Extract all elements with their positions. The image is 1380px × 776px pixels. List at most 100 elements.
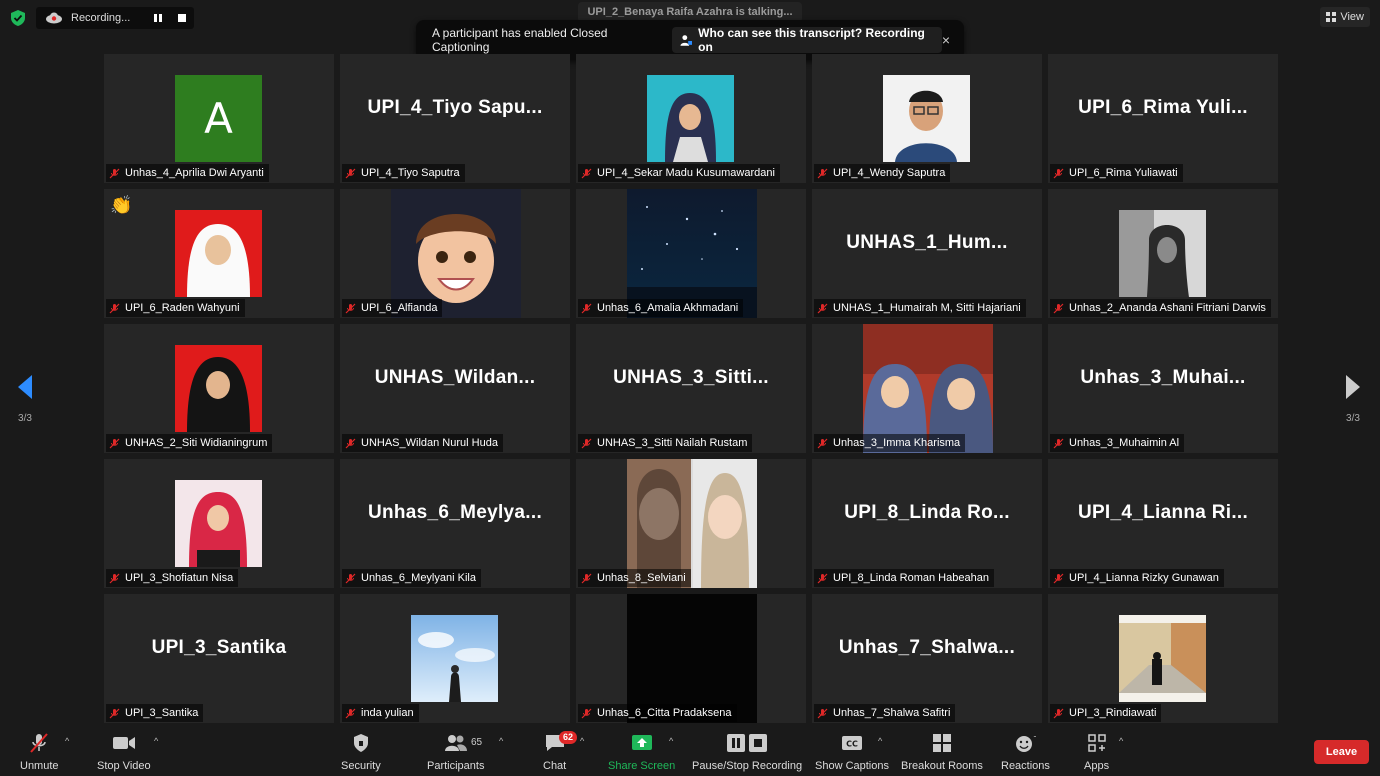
stop-video-button[interactable]: Stop Video xyxy=(97,732,151,772)
next-page-button[interactable]: 3/3 xyxy=(1342,374,1364,424)
cc-message: A participant has enabled Closed Caption… xyxy=(432,26,608,54)
share-screen-button[interactable]: Share Screen xyxy=(608,732,675,772)
mic-muted-icon xyxy=(817,438,828,448)
mic-muted-icon xyxy=(345,573,356,583)
participant-tile[interactable]: UNHAS_Wildan... UNHAS_Wildan Nurul Huda xyxy=(340,324,570,453)
participant-name-label: UPI_8_Linda Roman Habeahan xyxy=(814,569,994,587)
participant-name: UNHAS_3_Sitti Nailah Rustam xyxy=(597,437,748,449)
participant-tile[interactable]: UPI_3_Shofiatun Nisa xyxy=(104,459,334,588)
participant-tile[interactable]: UPI_3_Rindiawati xyxy=(1048,594,1278,723)
previous-page-button[interactable]: 3/3 xyxy=(14,374,36,424)
unmute-button[interactable]: Unmute xyxy=(20,732,59,772)
stop-video-label: Stop Video xyxy=(97,760,151,772)
mic-muted-icon xyxy=(581,573,592,583)
pause-recording-icon[interactable] xyxy=(151,11,165,25)
participants-options-caret[interactable]: ^ xyxy=(499,736,503,746)
participant-tile[interactable]: UPI_8_Linda Ro... UPI_8_Linda Roman Habea… xyxy=(812,459,1042,588)
mic-muted-icon xyxy=(30,733,49,753)
participant-tile[interactable]: Unhas_3_Imma Kharisma xyxy=(812,324,1042,453)
shield-icon[interactable] xyxy=(9,9,27,27)
participant-tile[interactable]: UPI_4_Tiyo Sapu... UPI_4_Tiyo Saputra xyxy=(340,54,570,183)
participant-name-large: UNHAS_Wildan... xyxy=(374,366,536,388)
mic-muted-icon xyxy=(581,438,592,448)
participant-name-label: UPI_4_Wendy Saputra xyxy=(814,164,951,182)
leave-button[interactable]: Leave xyxy=(1314,740,1369,764)
recording-indicator[interactable]: Recording... xyxy=(36,7,194,29)
cloud-recording-icon xyxy=(46,12,62,24)
person-lock-icon xyxy=(680,34,692,46)
participant-tile[interactable]: Unhas_2_Ananda Ashani Fitriani Darwis xyxy=(1048,189,1278,318)
cc-icon: CC xyxy=(842,736,862,750)
chat-options-caret[interactable]: ^ xyxy=(580,736,584,746)
participant-name: Unhas_7_Shalwa Safitri xyxy=(833,707,951,719)
participant-name-large: UNHAS_3_Sitti... xyxy=(613,366,769,388)
participant-tile[interactable]: UNHAS_3_Sitti... UNHAS_3_Sitti Nailah Rus… xyxy=(576,324,806,453)
participant-tile[interactable]: Unhas_6_Meylya... Unhas_6_Meylyani Kila xyxy=(340,459,570,588)
participant-name: Unhas_6_Amalia Akhmadani xyxy=(597,302,739,314)
participant-tile[interactable]: Unhas_6_Citta Pradaksena xyxy=(576,594,806,723)
participant-tile[interactable]: UPI_4_Lianna Ri... UPI_4_Lianna Rizky Gun… xyxy=(1048,459,1278,588)
participant-tile[interactable]: inda yulian xyxy=(340,594,570,723)
mic-muted-icon xyxy=(581,303,592,313)
participant-name: Unhas_3_Muhaimin Al xyxy=(1069,437,1180,449)
participant-video xyxy=(1119,615,1206,702)
participant-tile[interactable]: UNHAS_2_Siti Widianingrum xyxy=(104,324,334,453)
participant-tile[interactable]: Unhas_6_Amalia Akhmadani xyxy=(576,189,806,318)
participant-tile[interactable]: UPI_4_Sekar Madu Kusumawardani xyxy=(576,54,806,183)
participant-tile[interactable]: UPI_6_Rima Yuli... UPI_6_Rima Yuliawati xyxy=(1048,54,1278,183)
reactions-button[interactable]: + Reactions xyxy=(1001,732,1050,772)
participant-name: UPI_4_Lianna Rizky Gunawan xyxy=(1069,572,1219,584)
participant-tile[interactable]: UPI_6_Alfianda xyxy=(340,189,570,318)
participant-name-label: inda yulian xyxy=(342,704,419,722)
participant-tile[interactable]: UPI_3_Santika UPI_3_Santika xyxy=(104,594,334,723)
participant-name: UPI_6_Alfianda xyxy=(361,302,438,314)
share-options-caret[interactable]: ^ xyxy=(669,736,673,746)
stop-recording-icon[interactable] xyxy=(175,11,189,25)
participant-name-label: Unhas_6_Amalia Akhmadani xyxy=(578,299,744,317)
participant-name: Unhas_2_Ananda Ashani Fitriani Darwis xyxy=(1069,302,1266,314)
participant-tile[interactable]: Unhas_3_Muhai... Unhas_3_Muhaimin Al xyxy=(1048,324,1278,453)
chat-label: Chat xyxy=(543,760,567,772)
participant-name: inda yulian xyxy=(361,707,414,719)
smiley-plus-icon: + xyxy=(1016,733,1036,752)
video-options-caret[interactable]: ^ xyxy=(154,736,158,746)
participant-name-label: UPI_4_Lianna Rizky Gunawan xyxy=(1050,569,1224,587)
participant-name-label: UNHAS_2_Siti Widianingrum xyxy=(106,434,273,452)
participant-tile[interactable]: UPI_4_Wendy Saputra xyxy=(812,54,1042,183)
recording-label: Recording... xyxy=(71,12,131,24)
participant-tile[interactable]: UNHAS_1_Hum... UNHAS_1_Humairah M, Sitti … xyxy=(812,189,1042,318)
page-indicator-left: 3/3 xyxy=(18,413,32,424)
participant-name: UPI_4_Sekar Madu Kusumawardani xyxy=(597,167,775,179)
view-button[interactable]: View xyxy=(1320,7,1370,27)
close-icon[interactable]: × xyxy=(942,32,950,48)
participant-name-label: UPI_3_Rindiawati xyxy=(1050,704,1162,722)
participant-name-label: UPI_3_Santika xyxy=(106,704,204,722)
breakout-rooms-button[interactable]: Breakout Rooms xyxy=(901,732,983,772)
security-button[interactable]: Security xyxy=(341,732,381,772)
participant-name-large: Unhas_3_Muhai... xyxy=(1080,366,1246,388)
mic-muted-icon xyxy=(817,708,828,718)
participant-name-label: Unhas_8_Selviani xyxy=(578,569,691,587)
participant-name-label: UNHAS_Wildan Nurul Huda xyxy=(342,434,503,452)
audio-options-caret[interactable]: ^ xyxy=(65,736,69,746)
pause-stop-icon xyxy=(727,734,768,752)
transcript-visibility-link[interactable]: Who can see this transcript? Recording o… xyxy=(671,26,942,54)
participant-tile[interactable]: 👏 UPI_6_Raden Wahyuni xyxy=(104,189,334,318)
breakout-rooms-icon xyxy=(932,734,951,752)
pause-stop-recording-button[interactable]: Pause/Stop Recording xyxy=(692,732,802,772)
captions-options-caret[interactable]: ^ xyxy=(878,736,882,746)
participant-tile[interactable]: Unhas_8_Selviani xyxy=(576,459,806,588)
participant-tile[interactable]: Unhas_7_Shalwa... Unhas_7_Shalwa Safitri xyxy=(812,594,1042,723)
participant-name-label: Unhas_3_Imma Kharisma xyxy=(814,434,966,452)
participant-name-large: UNHAS_1_Hum... xyxy=(846,231,1008,253)
participant-tile[interactable]: A Unhas_4_Aprilia Dwi Aryanti xyxy=(104,54,334,183)
apps-options-caret[interactable]: ^ xyxy=(1119,736,1123,746)
mic-muted-icon xyxy=(1053,168,1064,178)
mic-muted-icon xyxy=(345,303,356,313)
apps-button[interactable]: Apps xyxy=(1084,732,1109,772)
participant-video xyxy=(175,345,262,432)
participant-name-large: UPI_8_Linda Ro... xyxy=(844,501,1010,523)
mic-muted-icon xyxy=(1053,708,1064,718)
participant-name-label: Unhas_2_Ananda Ashani Fitriani Darwis xyxy=(1050,299,1271,317)
video-camera-icon xyxy=(112,737,135,749)
